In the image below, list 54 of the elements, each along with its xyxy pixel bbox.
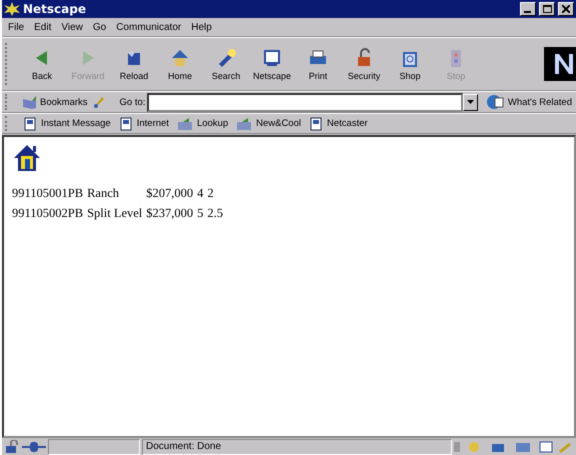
listing-cell-text: Ranch [87,186,120,201]
document-icon [118,116,133,130]
location-field[interactable] [147,92,463,112]
globe-icon [486,94,504,110]
listing-cell: Split Level [87,206,142,221]
caret-icon [466,100,474,104]
toolbar-button[interactable]: Back [19,42,65,86]
listing-cell: 4 [197,186,204,201]
whats-related-button[interactable]: What's Related [482,94,576,110]
menu-item[interactable]: Go [92,22,106,32]
menu-item[interactable]: Help [191,22,212,32]
maximize-icon [542,5,552,13]
toolbar-button[interactable]: Security [341,42,387,86]
listing-cell: 2.5 [207,206,224,221]
location-dropdown-button[interactable] [462,94,478,110]
toolbar-button[interactable]: Home [157,42,203,86]
window-title: Netscape [23,2,87,16]
personal-toolbar-button[interactable]: Lookup [172,116,232,130]
menu-item[interactable]: Communicator [116,22,182,32]
listing-cell: 991105001PB [12,186,84,201]
document-icon [23,116,37,130]
menu-item[interactable]: File [8,22,24,32]
listing-cell: $207,000 [146,186,194,201]
bookmarks-button[interactable]: Bookmarks [19,96,92,108]
status-text: Document: Done [142,438,452,454]
toolbar-button[interactable]: Print [295,42,341,86]
close-icon [562,5,570,13]
folder-icon [236,116,252,130]
listing-cell: $237,000 [146,206,194,221]
personal-toolbar-button[interactable]: New&Cool [232,116,305,130]
goto-label: Go to: [120,96,146,108]
personal-toolbar-button[interactable]: Internet [114,116,173,130]
maximize-button[interactable] [539,2,555,16]
menu-item[interactable]: Edit [34,22,52,32]
listing-cell: 991105002PB [12,206,84,221]
minimize-button[interactable] [520,2,536,16]
house-icon [12,143,42,173]
toolbar-button[interactable]: Reload [111,42,157,86]
starburst-icon [4,2,20,16]
toolbar-button[interactable]: Shop [387,42,433,86]
padlock-icon [4,440,20,454]
toolbar-button[interactable]: Search [203,42,249,86]
listing-cell-text: 2 [207,186,215,201]
close-button[interactable] [558,2,574,16]
listing-cell: 5 [197,206,204,221]
bookmark-book-icon [23,96,36,108]
menu-item[interactable]: View [61,22,83,32]
document-icon [309,116,323,130]
monitor-icon [261,48,283,68]
folder-icon [176,116,193,130]
personal-toolbar-button[interactable]: Instant Message [19,116,115,130]
connection-plug-icon [22,440,46,452]
personal-toolbar-button[interactable]: Netcaster [305,116,372,130]
toolbar-button[interactable]: Netscape [249,42,295,86]
